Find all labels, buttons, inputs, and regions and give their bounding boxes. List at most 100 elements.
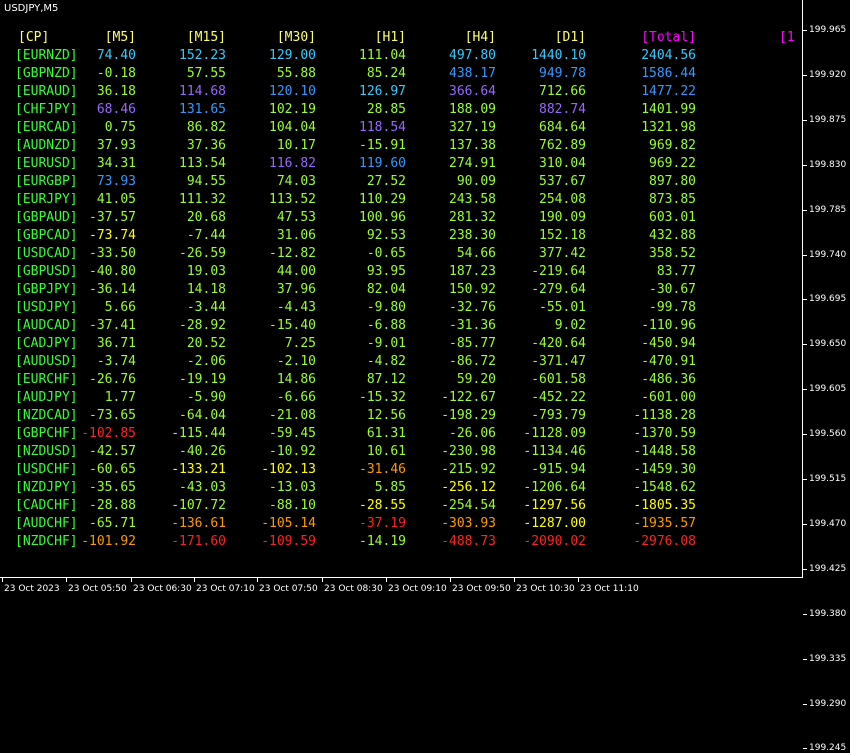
strength-value: 1401.99 bbox=[641, 102, 696, 117]
pair-label: [EURGBP] bbox=[15, 174, 78, 189]
time-label: 23 Oct 09:50 bbox=[452, 584, 511, 594]
strength-value: 1321.98 bbox=[641, 120, 696, 135]
time-label: 23 Oct 2023 bbox=[4, 584, 60, 594]
strength-value: -3.44 bbox=[186, 300, 226, 315]
strength-value: 92.53 bbox=[366, 228, 406, 243]
strength-value: -303.93 bbox=[441, 516, 496, 531]
strength-value: 34.31 bbox=[96, 156, 136, 171]
pair-label: [EURUSD] bbox=[15, 156, 78, 171]
strength-value: -28.55 bbox=[359, 498, 406, 513]
strength-value: -26.59 bbox=[179, 246, 226, 261]
strength-value: 152.18 bbox=[539, 228, 586, 243]
strength-value: -4.43 bbox=[276, 300, 316, 315]
price-tick bbox=[803, 254, 807, 256]
header-extra: [1 bbox=[779, 30, 795, 45]
strength-value: -5.90 bbox=[186, 390, 226, 405]
strength-value: 47.53 bbox=[276, 210, 316, 225]
strength-value: -40.80 bbox=[89, 264, 136, 279]
pair-label: [CHFJPY] bbox=[15, 102, 78, 117]
pair-label: [EURCAD] bbox=[15, 120, 78, 135]
strength-value: -1297.56 bbox=[523, 498, 586, 513]
strength-value: 111.04 bbox=[359, 48, 406, 63]
strength-value: -65.71 bbox=[89, 516, 136, 531]
pair-label: [NZDJPY] bbox=[15, 480, 78, 495]
strength-value: 27.52 bbox=[366, 174, 406, 189]
time-label: 23 Oct 05:50 bbox=[68, 584, 127, 594]
strength-value: -915.94 bbox=[531, 462, 586, 477]
strength-value: -31.46 bbox=[359, 462, 406, 477]
time-tick bbox=[194, 578, 195, 582]
pair-label: [GBPAUD] bbox=[15, 210, 78, 225]
pair-label: [EURCHF] bbox=[15, 372, 78, 387]
strength-value: 54.66 bbox=[456, 246, 496, 261]
strength-value: 882.74 bbox=[539, 102, 586, 117]
header-m30: [M30] bbox=[276, 30, 316, 45]
strength-value: -55.01 bbox=[539, 300, 586, 315]
strength-value: -37.19 bbox=[359, 516, 406, 531]
strength-value: 187.23 bbox=[449, 264, 496, 279]
pair-label: [GBPUSD] bbox=[15, 264, 78, 279]
strength-value: 14.86 bbox=[276, 372, 316, 387]
strength-value: 104.04 bbox=[269, 120, 316, 135]
strength-value: 969.22 bbox=[649, 156, 696, 171]
strength-value: 118.54 bbox=[359, 120, 406, 135]
strength-value: 110.29 bbox=[359, 192, 406, 207]
strength-value: -37.41 bbox=[89, 318, 136, 333]
pair-label: [NZDCAD] bbox=[15, 408, 78, 423]
strength-value: -254.54 bbox=[441, 498, 496, 513]
pair-label: [CADJPY] bbox=[15, 336, 78, 351]
strength-value: -33.50 bbox=[89, 246, 136, 261]
price-label: 199.920 bbox=[809, 69, 847, 80]
strength-value: -102.13 bbox=[261, 462, 316, 477]
strength-value: 281.32 bbox=[449, 210, 496, 225]
strength-value: 7.25 bbox=[284, 336, 316, 351]
strength-value: -40.26 bbox=[179, 444, 226, 459]
strength-value: 20.52 bbox=[186, 336, 226, 351]
pair-label: [NZDUSD] bbox=[15, 444, 78, 459]
strength-value: -86.72 bbox=[449, 354, 496, 369]
strength-value: -101.92 bbox=[81, 534, 136, 549]
time-tick bbox=[578, 578, 579, 582]
strength-value: -1206.64 bbox=[523, 480, 586, 495]
strength-value: -9.01 bbox=[366, 336, 406, 351]
strength-value: -279.64 bbox=[531, 282, 586, 297]
strength-value: 44.00 bbox=[276, 264, 316, 279]
strength-value: -28.88 bbox=[89, 498, 136, 513]
strength-value: -64.04 bbox=[179, 408, 226, 423]
strength-value: 712.66 bbox=[539, 84, 586, 99]
strength-value: -256.12 bbox=[441, 480, 496, 495]
price-tick bbox=[803, 434, 807, 436]
strength-value: -2.10 bbox=[276, 354, 316, 369]
strength-value: 274.91 bbox=[449, 156, 496, 171]
strength-value: -4.82 bbox=[366, 354, 406, 369]
strength-value: 5.85 bbox=[374, 480, 406, 495]
strength-value: 19.03 bbox=[186, 264, 226, 279]
price-label: 199.740 bbox=[809, 249, 847, 260]
price-label: 199.290 bbox=[809, 698, 847, 709]
strength-value: -1134.46 bbox=[523, 444, 586, 459]
strength-value: 73.93 bbox=[96, 174, 136, 189]
pair-label: [EURJPY] bbox=[15, 192, 78, 207]
price-label: 199.965 bbox=[809, 25, 847, 35]
strength-value: -36.14 bbox=[89, 282, 136, 297]
strength-value: -2976.08 bbox=[633, 534, 696, 549]
strength-value: 1477.22 bbox=[641, 84, 696, 99]
strength-value: -3.74 bbox=[96, 354, 136, 369]
strength-value: 85.24 bbox=[366, 66, 406, 81]
strength-value: 152.23 bbox=[179, 48, 226, 63]
price-label: 199.245 bbox=[809, 743, 847, 753]
strength-value: 57.55 bbox=[186, 66, 226, 81]
time-tick bbox=[2, 578, 3, 582]
strength-value: -37.57 bbox=[89, 210, 136, 225]
pair-label: [EURAUD] bbox=[15, 84, 78, 99]
pair-label: [NZDCHF] bbox=[15, 534, 78, 549]
strength-value: 114.68 bbox=[179, 84, 226, 99]
strength-value: -2090.02 bbox=[523, 534, 586, 549]
strength-value: -171.60 bbox=[171, 534, 226, 549]
strength-value: 102.19 bbox=[269, 102, 316, 117]
strength-value: -1370.59 bbox=[633, 426, 696, 441]
strength-value: 438.17 bbox=[449, 66, 496, 81]
pair-label: [AUDJPY] bbox=[15, 390, 78, 405]
strength-value: 137.38 bbox=[449, 138, 496, 153]
time-label: 23 Oct 07:10 bbox=[196, 584, 255, 594]
